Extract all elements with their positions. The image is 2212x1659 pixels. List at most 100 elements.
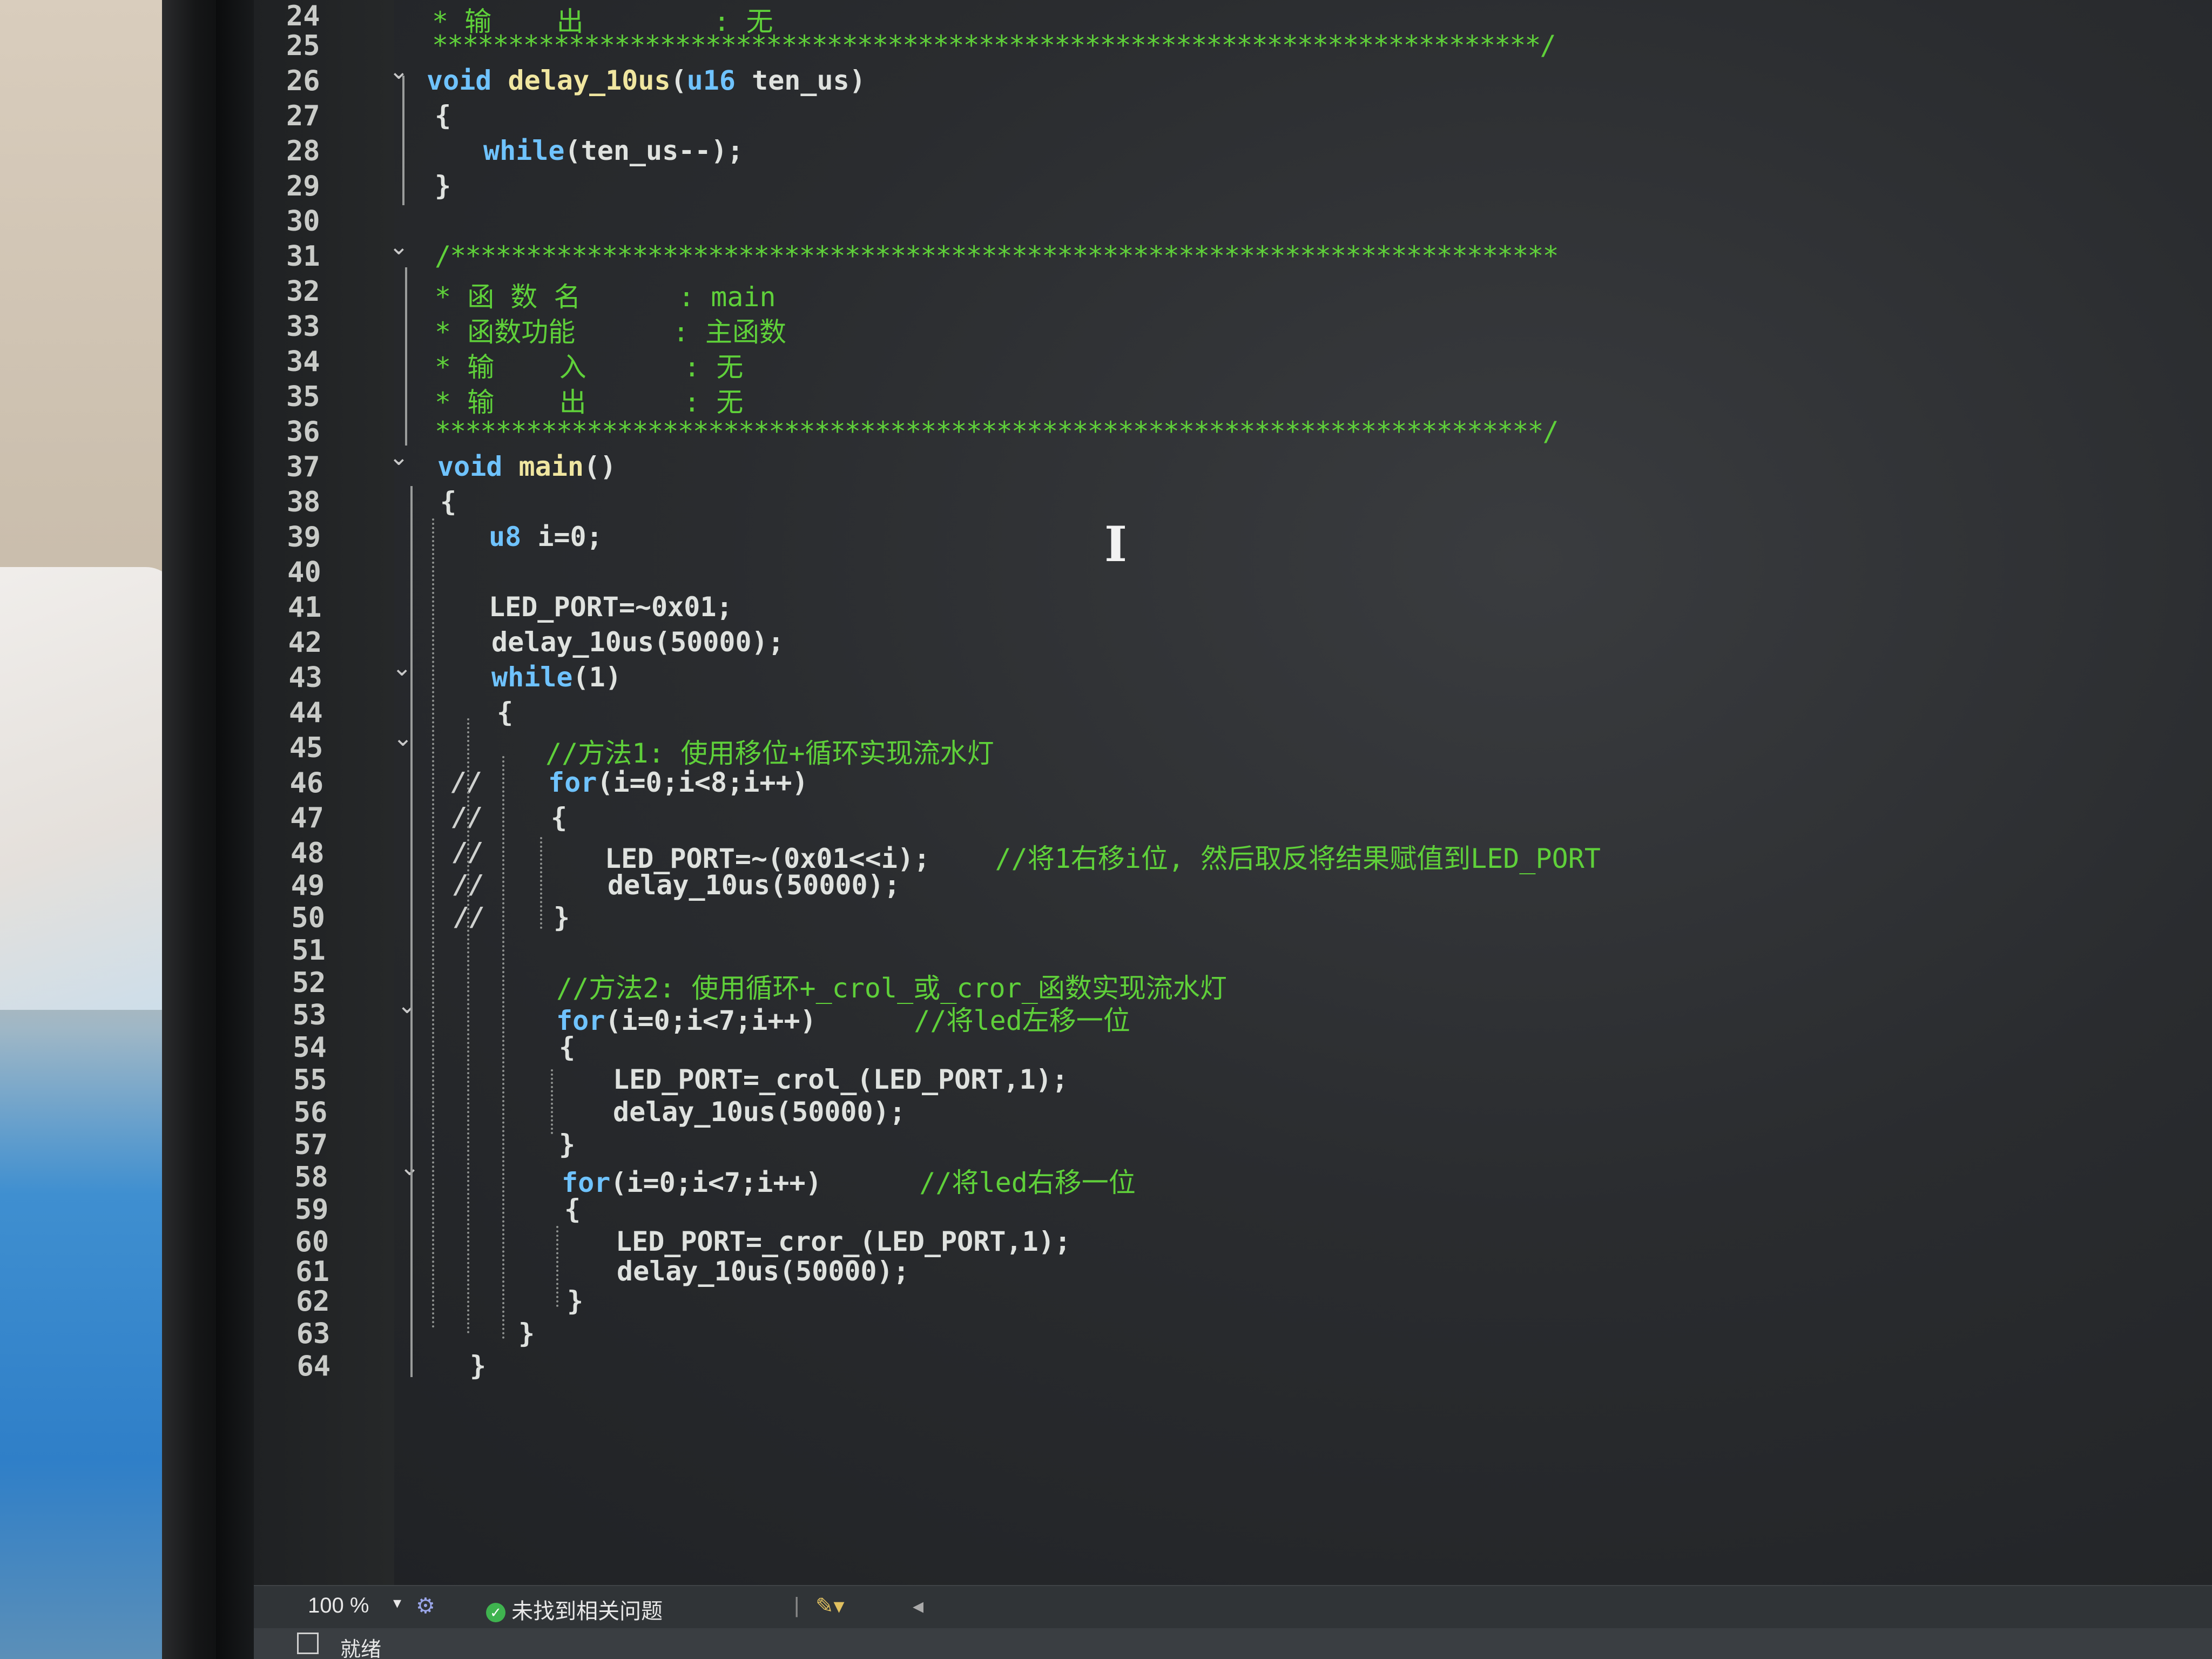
code-text[interactable]: //方法1: 使用移位+循环实现流水灯 <box>545 732 994 771</box>
code-line[interactable]: 37 ⌄ void main() <box>254 443 2198 485</box>
code-text[interactable]: } <box>470 1350 486 1381</box>
punctuation: ( <box>670 65 687 96</box>
code-text[interactable]: * 输 出 : 无 <box>435 381 743 420</box>
zoom-dropdown-icon[interactable]: ▾ <box>393 1594 401 1613</box>
fold-chevron-icon[interactable]: ⌄ <box>397 992 417 1019</box>
code-text[interactable]: void main() <box>437 451 616 482</box>
code-text[interactable]: LED_PORT=_crol_(LED_PORT,1); <box>613 1064 1068 1095</box>
code-text[interactable]: ****************************************… <box>435 416 1559 447</box>
code-text[interactable]: { <box>551 802 567 833</box>
code-text[interactable]: for(i=0;i<8;i++) <box>548 767 808 798</box>
intellicode-icon[interactable]: ⚙ <box>416 1594 435 1618</box>
code-line[interactable]: 51 <box>254 934 2198 969</box>
indent-guide <box>432 518 434 1328</box>
fold-chevron-icon[interactable]: ⌄ <box>389 443 409 471</box>
code-text[interactable]: LED_PORT=_cror_(LED_PORT,1); <box>616 1226 1071 1257</box>
code-line[interactable]: 64} <box>254 1350 2198 1385</box>
code-line[interactable]: 35 * 输 出 : 无 <box>254 381 2198 418</box>
code-text[interactable]: while(ten_us--); <box>483 135 744 166</box>
code-line[interactable]: 45 ⌄//方法1: 使用移位+循环实现流水灯 <box>254 724 2198 769</box>
code-text[interactable]: delay_10us(50000); <box>491 626 784 658</box>
code-line[interactable]: 34 * 输 入 : 无 <box>254 346 2198 383</box>
code-text[interactable]: delay_10us(50000); <box>617 1256 909 1287</box>
ready-status-bar: 就绪 <box>254 1628 2212 1659</box>
issues-indicator[interactable]: ✓ 未找到相关问题 <box>486 1594 663 1625</box>
code-line[interactable]: 50 //} <box>254 902 2198 936</box>
line-number: 34 <box>286 346 320 378</box>
line-number: 40 <box>287 556 321 589</box>
code-text[interactable]: { <box>564 1193 581 1225</box>
comment-border: ****************************************… <box>432 30 1556 61</box>
code-line[interactable]: 54 { <box>254 1031 2198 1066</box>
code-line[interactable]: 25 **************************************… <box>254 30 2198 64</box>
status-divider: | <box>794 1594 800 1617</box>
code-text[interactable]: } <box>554 902 570 933</box>
code-text[interactable]: while(1) <box>491 662 622 693</box>
code-line[interactable]: 41 LED_PORT=~0x01; <box>254 591 2198 626</box>
fold-chevron-icon[interactable]: ⌄ <box>400 1154 420 1181</box>
code-text[interactable]: * 函 数 名 : main <box>435 275 776 314</box>
keyword: void <box>437 451 503 482</box>
code-line[interactable]: 47//{ <box>254 802 2198 837</box>
code-text[interactable]: } <box>518 1318 535 1349</box>
indent-guide <box>410 486 413 1377</box>
code-text[interactable]: * 函数功能 : 主函数 <box>435 311 786 349</box>
statement: (ten_us--); <box>564 135 744 166</box>
code-line[interactable]: 26 ⌄ void delay_10us(u16 ten_us) <box>254 57 2198 99</box>
comment-text: * 输 出 : 无 <box>435 387 744 418</box>
code-editor[interactable]: 24 * 输 出 : 无 25 ***************************… <box>254 0 2212 1599</box>
code-text[interactable]: /***************************************… <box>435 240 1559 272</box>
code-line[interactable]: 43 ⌄ while(1) <box>254 654 2198 696</box>
code-line[interactable]: 56 delay_10us(50000); <box>254 1096 2198 1131</box>
code-line[interactable]: 53 ⌄ for(i=0;i<7;i++) //将led左移一位 <box>254 992 2198 1036</box>
code-text[interactable]: delay_10us(50000); <box>613 1096 906 1128</box>
code-line[interactable]: 58 ⌄ for(i=0;i<7;i++) //将led右移一位 <box>254 1154 2198 1198</box>
fold-chevron-icon[interactable]: ⌄ <box>389 233 409 260</box>
fold-chevron-icon[interactable]: ⌄ <box>392 654 412 682</box>
code-text[interactable]: u8 i=0; <box>489 521 603 552</box>
code-text[interactable]: { <box>559 1031 575 1063</box>
code-line[interactable]: 48//LED_PORT=~(0x01<<i); //将1右移i位, 然后取反将… <box>254 837 2198 874</box>
code-line[interactable]: 62} <box>254 1285 2198 1320</box>
code-line[interactable]: 29} <box>254 170 2198 205</box>
cleanup-brush-icon[interactable]: ✎▾ <box>815 1594 845 1618</box>
code-text[interactable]: } <box>435 170 451 201</box>
code-line[interactable]: 28 while(ten_us--); <box>254 135 2198 170</box>
code-text[interactable]: void delay_10us(u16 ten_us) <box>427 65 866 96</box>
code-text[interactable]: delay_10us(50000); <box>608 869 900 901</box>
code-line[interactable]: 30 <box>254 205 2198 240</box>
line-number: 42 <box>288 626 322 659</box>
code-line[interactable]: 27 { <box>254 100 2198 134</box>
code-text[interactable]: { <box>435 100 451 131</box>
code-text[interactable]: LED_PORT=~0x01; <box>489 591 733 623</box>
code-line[interactable]: 31 ⌄ /************************************… <box>254 233 2198 275</box>
code-line[interactable]: 36 **************************************… <box>254 416 2198 450</box>
line-number: 41 <box>287 591 322 624</box>
code-line[interactable]: 32 * 函 数 名 : main <box>254 275 2198 313</box>
code-line[interactable]: 39 u8 i=0; <box>254 521 2198 556</box>
code-text[interactable]: { <box>440 486 456 517</box>
code-line[interactable]: 38 { <box>254 486 2198 521</box>
code-line[interactable]: 44 { <box>254 697 2198 731</box>
zoom-level[interactable]: 100 % <box>308 1594 369 1618</box>
code-line[interactable]: 49//delay_10us(50000); <box>254 869 2198 904</box>
line-number: 59 <box>294 1193 329 1226</box>
code-line[interactable]: 55 LED_PORT=_crol_(LED_PORT,1); <box>254 1064 2198 1098</box>
scroll-left-icon[interactable]: ◂ <box>913 1594 923 1618</box>
code-line[interactable]: 59 { <box>254 1193 2198 1228</box>
fold-chevron-icon[interactable]: ⌄ <box>389 57 409 85</box>
code-text[interactable]: } <box>567 1285 583 1317</box>
code-line[interactable]: 52//方法2: 使用循环+_crol_或_cror_函数实现流水灯 <box>254 967 2198 1004</box>
code-line[interactable]: 40 <box>254 556 2198 591</box>
code-line[interactable]: 63} <box>254 1318 2198 1352</box>
code-text[interactable]: { <box>497 697 513 728</box>
line-number: 37 <box>286 451 320 483</box>
code-line[interactable]: 42 delay_10us(50000); <box>254 626 2198 661</box>
code-line[interactable]: 33 * 函数功能 : 主函数 <box>254 311 2198 348</box>
code-text[interactable]: ****************************************… <box>432 30 1556 61</box>
code-text[interactable]: } <box>559 1129 575 1160</box>
code-text[interactable]: * 输 入 : 无 <box>435 346 743 385</box>
code-line[interactable]: 57} <box>254 1129 2198 1163</box>
line-number: 56 <box>293 1096 328 1129</box>
code-line[interactable]: 46//for(i=0;i<8;i++) <box>254 767 2198 801</box>
